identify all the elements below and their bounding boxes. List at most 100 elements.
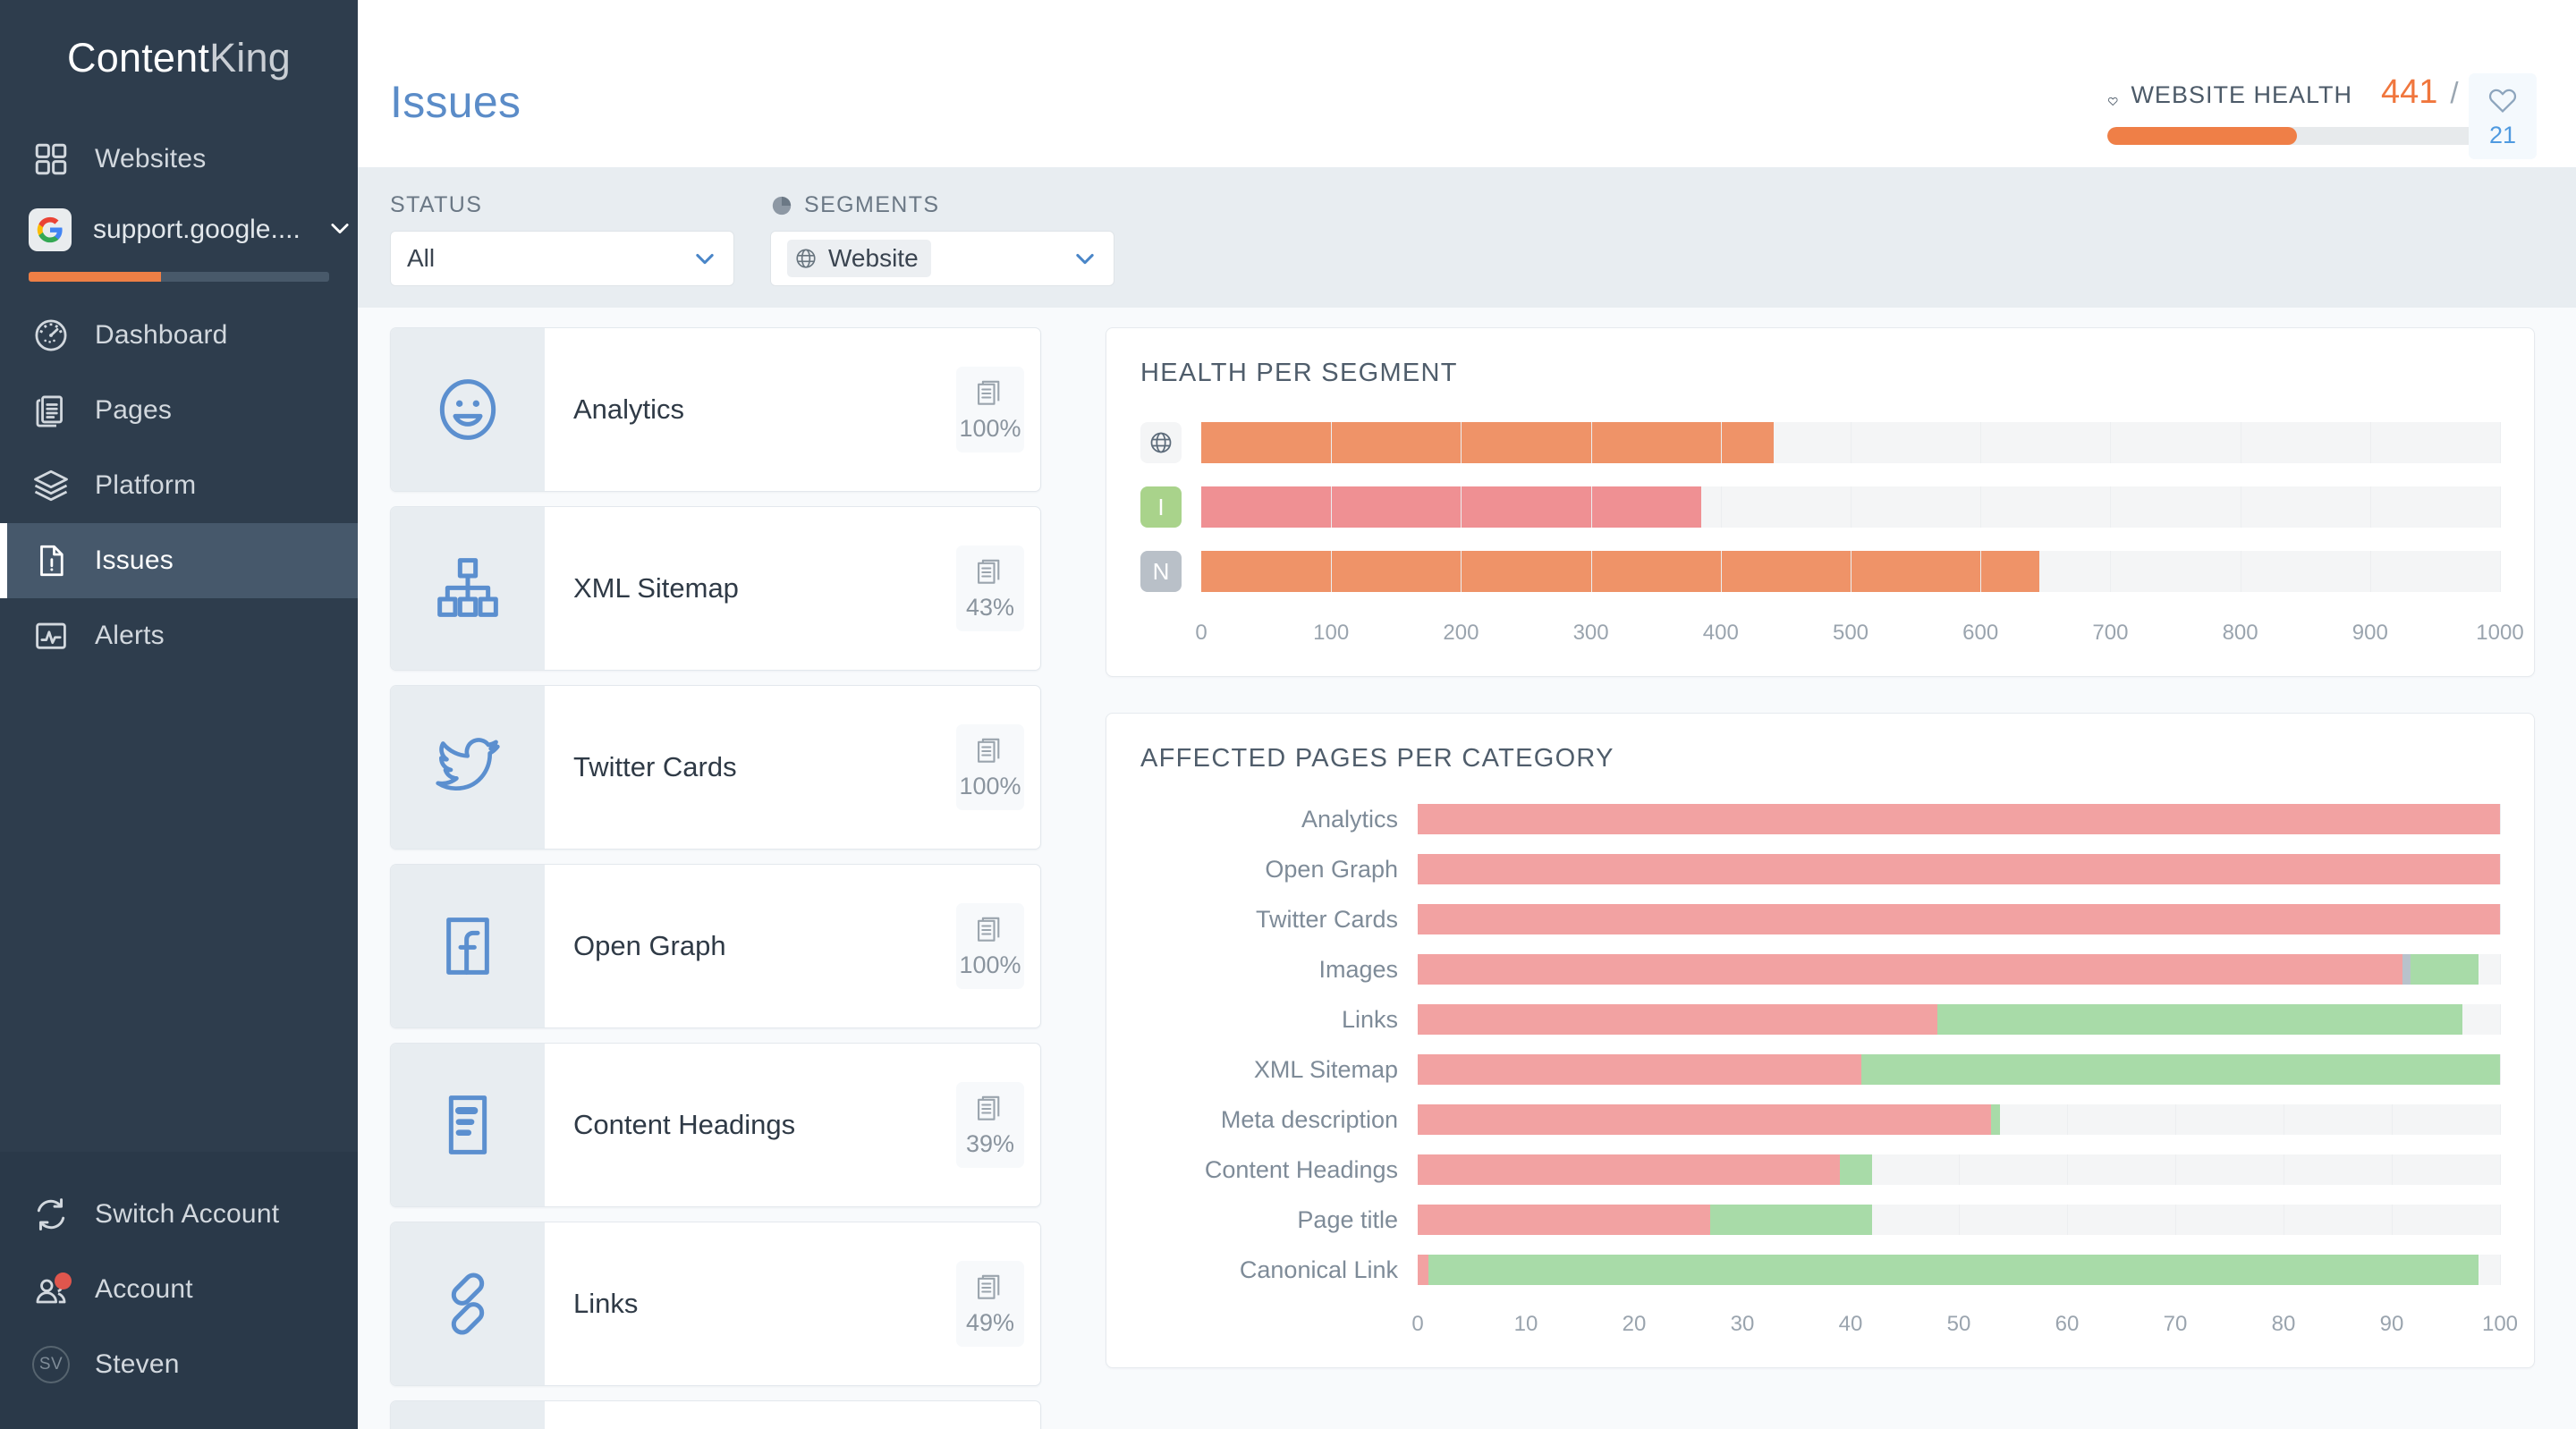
issue-card-body: Open Graph100%64 <box>545 73 2537 1027</box>
affected-pages-segment <box>1418 854 2500 884</box>
issue-pages-metric[interactable]: 100% <box>956 367 1024 452</box>
affected-pages-chart: Analytics Open Graph Twitter Cards Images Li… <box>1140 804 2501 1285</box>
axis-tick-label: 60 <box>2055 1312 2080 1336</box>
dashboard-icon <box>32 317 70 354</box>
issue-pages-metric[interactable]: 43% <box>956 545 1024 631</box>
account-users-icon <box>32 1271 72 1308</box>
documents-icon <box>974 556 1006 588</box>
affected-pages-track <box>1418 1004 2501 1035</box>
sidebar-item-label: Issues <box>95 545 174 575</box>
link-chain-icon <box>391 1222 545 1385</box>
heart-outline-icon <box>2107 95 2118 118</box>
pages-icon <box>32 392 70 429</box>
sidebar-item-websites[interactable]: Websites <box>0 122 358 197</box>
affected-pages-track <box>1418 1255 2501 1285</box>
issue-pages-metric[interactable]: 100% <box>956 724 1024 810</box>
issue-card[interactable]: XML Sitemap43%104 <box>390 73 2537 671</box>
axis-tick-label: 50 <box>1946 1312 1971 1336</box>
health-segment-row <box>1140 419 2501 467</box>
issue-pages-metric[interactable]: 100% <box>956 903 1024 989</box>
sidebar-item-issues[interactable]: Issues <box>0 523 358 598</box>
issue-pages-value: 100% <box>959 951 1021 978</box>
health-per-segment-panel: HEALTH PER SEGMENT IN 0 100 200 300 400 500 60… <box>1106 327 2535 677</box>
issue-card[interactable]: Twitter Cards100%64 <box>390 73 2537 850</box>
axis-tick-label: 30 <box>1730 1312 1755 1336</box>
sidebar-item-user[interactable]: SV Steven <box>0 1327 358 1402</box>
axis-tick-label: 800 <box>2222 621 2258 645</box>
affected-pages-row: Canonical Link <box>1140 1255 2501 1285</box>
issue-card-list[interactable]: Analytics100%132XML Sitemap43%104Twitter… <box>358 73 2537 1429</box>
website-health-separator: / <box>2450 76 2459 109</box>
affected-pages-category-label: Page title <box>1297 1205 1398 1233</box>
sidebar-item-dashboard[interactable]: Dashboard <box>0 298 358 373</box>
affected-pages-track <box>1418 804 2501 834</box>
sidebar-item-label: Platform <box>95 470 197 500</box>
sitemap-icon <box>391 507 545 670</box>
documents-icon <box>974 377 1006 410</box>
affected-pages-segment <box>1936 1004 2462 1035</box>
affected-pages-category-label: Meta description <box>1220 1105 1398 1133</box>
affected-pages-title: AFFECTED PAGES PER CATEGORY <box>1140 744 1614 773</box>
health-per-segment-title: HEALTH PER SEGMENT <box>1140 359 1458 387</box>
health-segment-bar <box>1201 422 1775 463</box>
health-segment-track <box>1201 486 2501 528</box>
affected-pages-segment <box>1418 954 2403 985</box>
issue-pages-metric[interactable]: 49% <box>956 1261 1024 1347</box>
affected-pages-category-label: Analytics <box>1301 805 1398 833</box>
affected-pages-track <box>1418 1054 2501 1085</box>
health-segment-bar <box>1201 551 2039 592</box>
axis-tick-label: 40 <box>1838 1312 1863 1336</box>
globe-icon <box>1140 422 1182 463</box>
site-selector[interactable]: support.google.... <box>0 197 358 263</box>
globe-icon <box>794 247 818 270</box>
site-health-progress <box>29 272 329 282</box>
axis-tick-label: 100 <box>2481 1312 2519 1336</box>
status-filter-label-text: STATUS <box>390 192 483 217</box>
affected-pages-segment <box>1839 1154 1873 1185</box>
sidebar-divider <box>0 282 358 298</box>
issue-card[interactable]: Content Headings39%60 <box>390 73 2537 1207</box>
documents-icon <box>974 735 1006 767</box>
issue-pages-value: 43% <box>965 593 1015 621</box>
affected-pages-segment <box>1709 1205 1873 1235</box>
issue-card[interactable]: Images93%21 <box>390 73 2537 1429</box>
issue-card-title: Content Headings <box>573 1109 796 1140</box>
issue-card-body: XML Sitemap43%104 <box>545 73 2537 670</box>
brand-logo[interactable]: Content King <box>0 0 358 116</box>
health-per-segment-chart: IN <box>1140 419 2501 596</box>
website-health-label: WEBSITE HEALTH <box>2131 81 2352 108</box>
health-segment-row: I <box>1140 483 2501 531</box>
issue-pages-value: 39% <box>965 1129 1015 1157</box>
issue-card[interactable]: Open Graph100%64 <box>390 73 2537 1028</box>
affected-pages-segment <box>1991 1104 2000 1135</box>
health-segment-row: N <box>1140 547 2501 596</box>
sidebar-item-account[interactable]: Account <box>0 1252 358 1327</box>
sidebar-item-pages[interactable]: Pages <box>0 373 358 448</box>
website-health-score: 441 <box>2381 73 2438 111</box>
segments-filter-group: SEGMENTS Website <box>770 192 1114 286</box>
sidebar-item-label: Dashboard <box>95 320 228 350</box>
sidebar-item-switch-account[interactable]: Switch Account <box>0 1177 358 1252</box>
segment-key-badge: N <box>1140 551 1182 592</box>
issue-card[interactable]: Links49%58 <box>390 73 2537 1386</box>
site-health-progress-fill <box>29 272 161 282</box>
twitter-bird-icon <box>391 686 545 849</box>
sidebar-item-platform[interactable]: Platform <box>0 448 358 523</box>
affected-pages-segment <box>1418 1255 1429 1285</box>
brand-part-two: King <box>209 35 291 80</box>
segments-select[interactable]: Website <box>770 231 1114 286</box>
brand-part-one: Content <box>67 35 210 80</box>
sidebar-item-alerts[interactable]: Alerts <box>0 598 358 673</box>
affected-pages-segment <box>1861 1054 2500 1085</box>
affected-pages-segment <box>1418 1054 1862 1085</box>
documents-icon <box>974 914 1006 946</box>
sidebar-item-label: Switch Account <box>95 1199 280 1229</box>
issue-pages-metric[interactable]: 39% <box>956 1082 1024 1168</box>
affected-pages-track <box>1418 904 2501 934</box>
affected-pages-segment <box>1418 1205 1710 1235</box>
issue-card-title: Open Graph <box>573 930 726 961</box>
issue-card[interactable]: Analytics100%132 <box>390 73 2537 492</box>
affected-pages-row: Links <box>1140 1004 2501 1035</box>
status-select[interactable]: All <box>390 231 734 286</box>
health-segment-track <box>1201 551 2501 592</box>
